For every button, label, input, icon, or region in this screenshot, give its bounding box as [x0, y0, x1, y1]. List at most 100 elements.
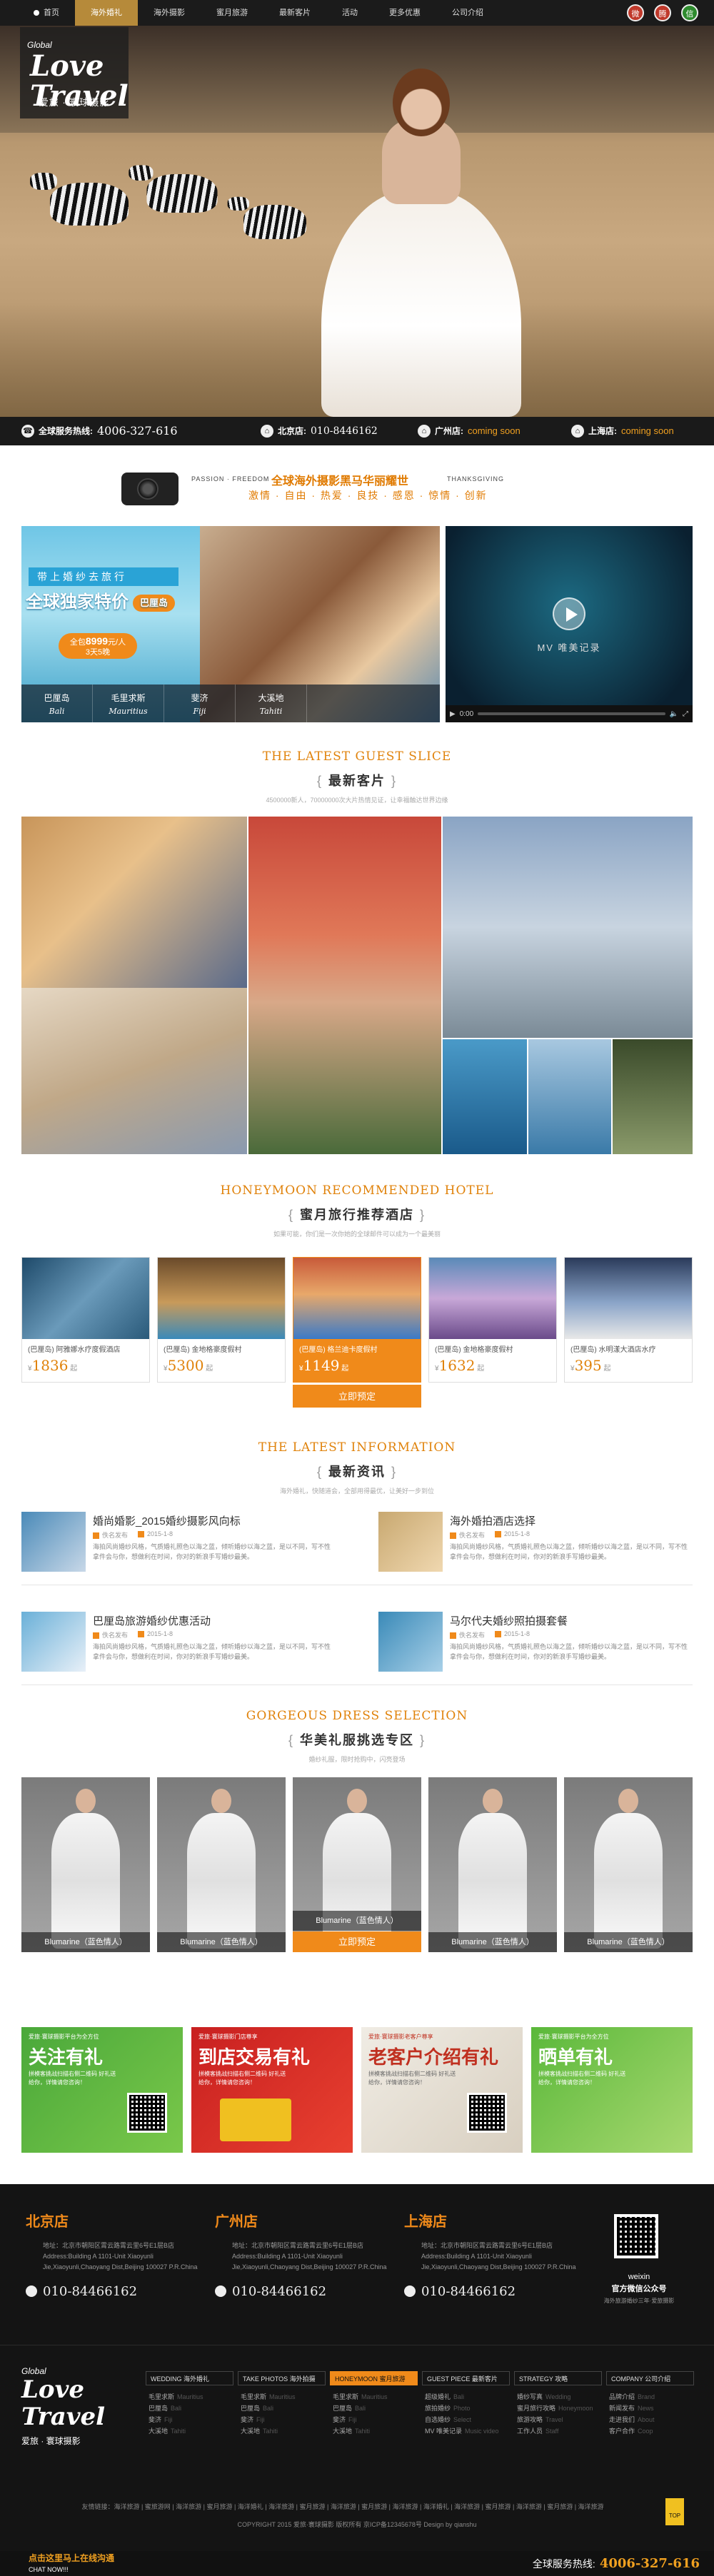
promo-banner-card[interactable]: 爱旅·寰球摄影门店尊享 到店交易有礼 拼模客挑战扫描右侧二维码 好礼送给你，详情请您… [191, 2027, 353, 2153]
footer-link[interactable]: 毛里求斯 Mauritius [330, 2391, 418, 2403]
gallery-photo[interactable] [21, 988, 247, 1154]
play-pause-icon[interactable]: ▶ [450, 710, 456, 718]
destination-tab[interactable]: 大溪地 Tahiti [236, 685, 307, 722]
video-player[interactable]: MV 唯美记录 ▶ 0:00 🔈 ⤢ [446, 526, 693, 722]
promo-banner-card[interactable]: 爱旅·寰球摄影老客户尊享 老客户介绍有礼 拼模客挑战扫描右侧二维码 好礼送给你，详情… [361, 2027, 523, 2153]
tencent-weibo-icon[interactable]: 腾 [654, 4, 671, 21]
wechat-icon[interactable]: 信 [681, 4, 698, 21]
footer-link[interactable]: 巴厘岛 Bali [330, 2403, 418, 2414]
hotel-price-unit: 起 [206, 1365, 213, 1373]
footer-link[interactable]: 巴厘岛 Bali [146, 2403, 233, 2414]
footer-link[interactable]: 大溪地 Tahiti [146, 2425, 233, 2437]
footer-column-head[interactable]: TAKE PHOTOS 海外拍摄 [238, 2371, 326, 2385]
footer-link[interactable]: 品牌介绍 Brand [606, 2391, 694, 2403]
footer-column: GUEST PIECE 最新客片 超级婚礼 Bali 旅拍婚纱 Photo 自选婚纱 Sel… [422, 2371, 510, 2437]
news-item[interactable]: 婚尚婚影_2015婚纱摄影风向标 佚名发布 2015-1-8 海拍风尚婚纱风格，气质婚… [21, 1512, 336, 1583]
destination-tab[interactable]: 毛里求斯 Mauritius [93, 685, 164, 722]
nav-item[interactable]: 海外摄影 [138, 0, 201, 26]
footer-link[interactable]: 自选婚纱 Select [422, 2414, 510, 2425]
nav-item[interactable]: 海外婚礼 [75, 0, 138, 26]
dress-book-button[interactable]: 立即预定 [293, 1931, 421, 1952]
dress-card[interactable]: Blumarine（蓝色情人） 立即预定 [293, 1777, 421, 1952]
dress-card[interactable]: Blumarine（蓝色情人） [21, 1777, 150, 1952]
hotel-card[interactable]: (巴厘岛) 金地格豪度假村 ¥5300 起 [157, 1257, 286, 1383]
play-icon[interactable] [553, 597, 585, 630]
gallery-photo[interactable] [443, 817, 693, 1038]
footer-link[interactable]: 斐济 Fiji [238, 2414, 326, 2425]
footer-link[interactable]: 斐济 Fiji [330, 2414, 418, 2425]
qr-code [127, 2093, 167, 2133]
volume-icon[interactable]: 🔈 [670, 710, 678, 718]
news-item[interactable]: 海外婚拍酒店选择 佚名发布 2015-1-8 海拍风尚婚纱风格，气质婚礼照色以海之蓝，… [378, 1512, 693, 1583]
news-item[interactable]: 巴厘岛旅游婚纱优惠活动 佚名发布 2015-1-8 海拍风尚婚纱风格，气质婚礼照色以海… [21, 1612, 336, 1683]
site-logo[interactable]: Global Love Travel 爱旅 · 寰球摄影 [20, 27, 129, 118]
footer-link[interactable]: 工作人员 Staff [514, 2425, 602, 2437]
destination-tab[interactable]: 巴厘岛 Bali [21, 685, 93, 722]
footer-link[interactable]: 新闻发布 News [606, 2403, 694, 2414]
news-title[interactable]: 婚尚婚影_2015婚纱摄影风向标 [93, 1513, 241, 1528]
footer-link-cn: 斐济 [149, 2416, 162, 2423]
banner-desc: 拼模客挑战扫描右侧二维码 好礼送给你，详情请您咨询！ [538, 2071, 626, 2086]
news-title[interactable]: 海外婚拍酒店选择 [450, 1513, 536, 1528]
footer-column-head[interactable]: COMPANY 公司介绍 [606, 2371, 694, 2385]
footer-column-head[interactable]: GUEST PIECE 最新客片 [422, 2371, 510, 2385]
hotel-card[interactable]: (巴厘岛) 阿雅娜水疗度假酒店 ¥1836 起 [21, 1257, 150, 1383]
footer-link[interactable]: 婚纱写真 Wedding [514, 2391, 602, 2403]
footer-link-en: Travel [545, 2416, 563, 2423]
nav-item-label: 最新客片 [279, 9, 311, 17]
footer-link[interactable]: 旅游攻略 Travel [514, 2414, 602, 2425]
gallery-photo[interactable] [443, 1039, 527, 1154]
dress-card[interactable]: Blumarine（蓝色情人） [428, 1777, 557, 1952]
video-progress-track[interactable] [478, 712, 665, 715]
hotel-card[interactable]: (巴厘岛) 金地格豪度假村 ¥1632 起 [428, 1257, 557, 1383]
news-item[interactable]: 马尔代夫婚纱照拍摄套餐 佚名发布 2015-1-8 海拍风尚婚纱风格，气质婚礼照色以海… [378, 1612, 693, 1683]
hotel-book-button[interactable]: 立即预定 [293, 1383, 421, 1408]
footer-link[interactable]: 蜜月旅行攻略 Honeymoon [514, 2403, 602, 2414]
back-to-top-button[interactable]: TOP [665, 2498, 684, 2525]
destination-tab[interactable]: 斐济 Fiji [164, 685, 236, 722]
news-title[interactable]: 巴厘岛旅游婚纱优惠活动 [93, 1613, 211, 1628]
gallery-photo[interactable] [528, 1039, 611, 1154]
nav-item[interactable]: 公司介绍 [436, 0, 499, 26]
dress-card[interactable]: Blumarine（蓝色情人） [564, 1777, 693, 1952]
dress-card[interactable]: Blumarine（蓝色情人） [157, 1777, 286, 1952]
footer-link[interactable]: 超级婚礼 Bali [422, 2391, 510, 2403]
footer-link[interactable]: 斐济 Fiji [146, 2414, 233, 2425]
friend-links[interactable]: 友情链接：海洋旅游 | 蜜旅游网 | 海洋旅游 | 蜜月旅游 | 海洋婚礼 | … [21, 2502, 664, 2511]
footer-link[interactable]: 巴厘岛 Bali [238, 2403, 326, 2414]
gallery-photo[interactable] [21, 817, 247, 988]
footer-column-head[interactable]: WEDDING 海外婚礼 [146, 2371, 233, 2385]
footer-link[interactable]: 客户合作 Coop [606, 2425, 694, 2437]
qq-chat-link[interactable]: 点击这里马上在线沟通 CHAT NOW!!! [29, 2551, 114, 2575]
footer-link[interactable]: 毛里求斯 Mauritius [238, 2391, 326, 2403]
promo-banner-card[interactable]: 爱旅·寰球摄影平台为全方位 关注有礼 拼模客挑战扫描右侧二维码 好礼送给你，详情请您… [21, 2027, 183, 2153]
tab-label-en: Mauritius [109, 707, 148, 716]
news-title[interactable]: 马尔代夫婚纱照拍摄套餐 [450, 1613, 568, 1628]
weibo-icon[interactable]: 微 [627, 4, 644, 21]
slogan-main: 全球海外摄影黑马华丽耀世 [271, 475, 409, 488]
promo-banner-card[interactable]: 爱旅·寰球摄影平台为全方位 晒单有礼 拼模客挑战扫描右侧二维码 好礼送给你，详情请您… [531, 2027, 693, 2153]
nav-item[interactable]: 首页 [18, 0, 75, 26]
nav-item[interactable]: 蜜月旅游 [201, 0, 263, 26]
gallery-photo[interactable] [613, 1039, 693, 1154]
store-block: 上海店 地址：北京市朝阳区霄云路霄云里6号E1层B店 Address:Buildin… [404, 2210, 583, 2299]
nav-item[interactable]: 活动 [326, 0, 373, 26]
promo-banner[interactable]: 带上婚纱去旅行 全球独家特价 巴厘岛 全包8999元/人 3天5晚 巴厘岛 Bali 毛… [21, 526, 440, 722]
hotel-price-unit: 起 [603, 1365, 611, 1373]
footer-link[interactable]: MV 唯美记录 Music video [422, 2425, 510, 2437]
nav-item[interactable]: 更多优惠 [373, 0, 436, 26]
footer-column-head[interactable]: STRATEGY 攻略 [514, 2371, 602, 2385]
footer-link[interactable]: 旅拍婚纱 Photo [422, 2403, 510, 2414]
nav-item[interactable]: 最新客片 [263, 0, 326, 26]
footer-link[interactable]: 走进我们 About [606, 2414, 694, 2425]
footer-link[interactable]: 大溪地 Tahiti [238, 2425, 326, 2437]
footer-link[interactable]: 毛里求斯 Mauritius [146, 2391, 233, 2403]
hotel-card[interactable]: (巴厘岛) 格兰迪卡度假村 ¥1149 起立即预定 [293, 1257, 421, 1408]
fullscreen-icon[interactable]: ⤢ [683, 710, 688, 718]
footer-logo[interactable]: Global Love Travel 爱旅 · 寰球摄影 [21, 2366, 121, 2452]
footer-column-head[interactable]: HONEYMOON 蜜月旅游 [330, 2371, 418, 2385]
hotel-card[interactable]: (巴厘岛) 水明漾大酒店水疗 ¥395 起 [564, 1257, 693, 1383]
gallery-photo[interactable] [248, 817, 441, 1154]
news-author: 佚名发布 [450, 1630, 485, 1640]
footer-link[interactable]: 大溪地 Tahiti [330, 2425, 418, 2437]
